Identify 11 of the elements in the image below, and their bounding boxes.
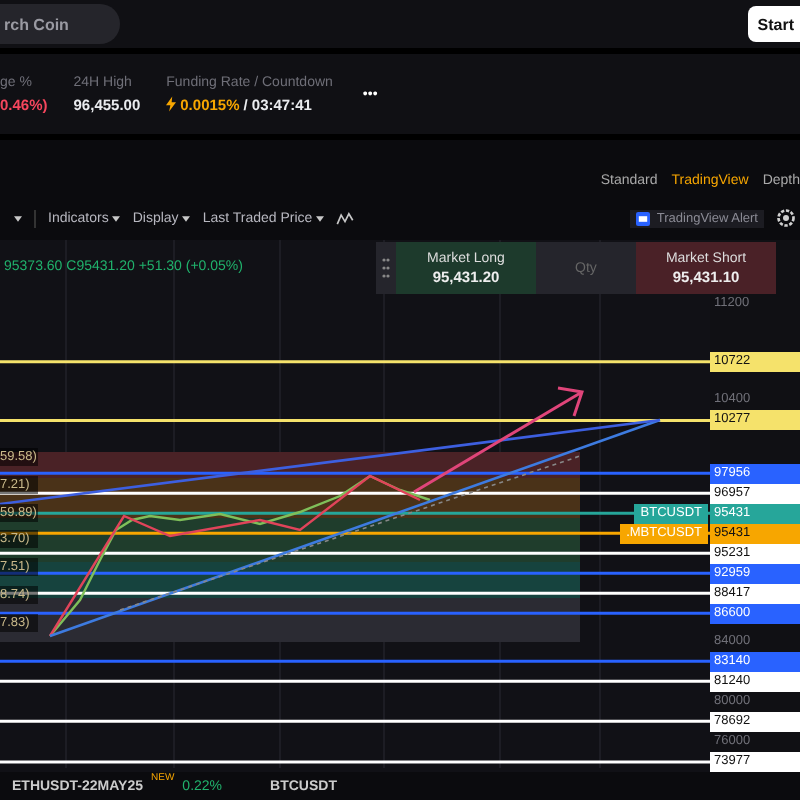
caret-icon <box>112 215 121 221</box>
drag-handle-icon[interactable] <box>382 256 390 280</box>
chart-type-icon[interactable] <box>336 211 355 225</box>
alert-icon <box>636 211 651 225</box>
caret-icon[interactable] <box>14 215 22 221</box>
search-field[interactable]: rch Coin <box>0 4 120 44</box>
lightning-icon <box>166 96 177 112</box>
caret-icon <box>182 215 191 221</box>
settings-icon[interactable] <box>776 208 796 228</box>
caret-icon <box>316 215 325 221</box>
start-button[interactable]: Start <box>747 6 800 42</box>
